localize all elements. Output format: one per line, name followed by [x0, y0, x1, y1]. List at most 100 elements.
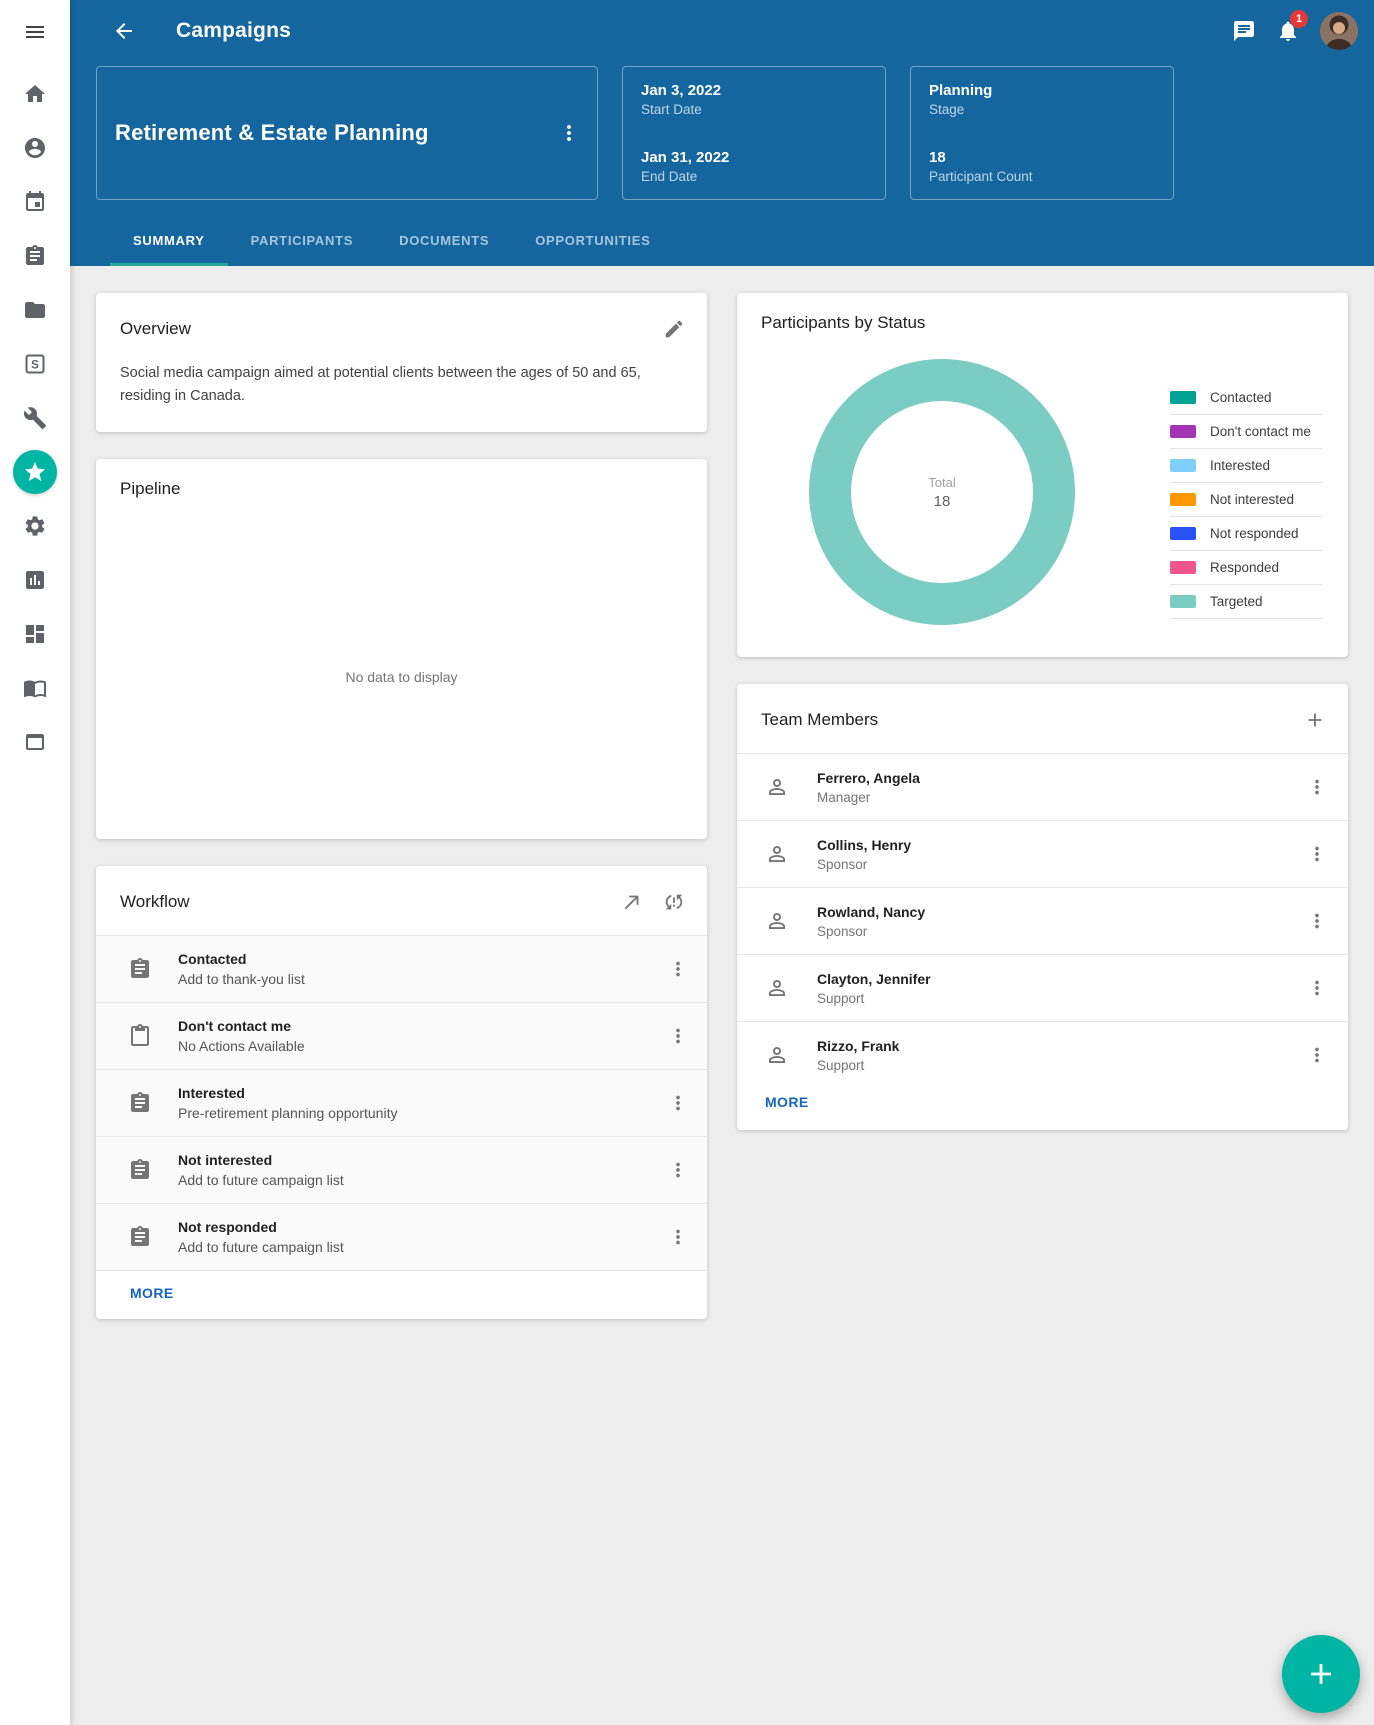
tab-summary[interactable]: SUMMARY [110, 214, 228, 266]
workflow-status: Interested [178, 1085, 657, 1101]
sidebar: S [0, 0, 70, 1725]
legend-swatch [1170, 595, 1196, 608]
assignment-icon [128, 1225, 152, 1249]
sidebar-item-contacts[interactable] [13, 126, 57, 170]
workflow-row-menu-button[interactable] [657, 1216, 699, 1258]
member-menu-button[interactable] [1296, 900, 1338, 942]
team-member-row[interactable]: Rizzo, Frank Support [737, 1021, 1348, 1088]
team-member-row[interactable]: Rowland, Nancy Sponsor [737, 887, 1348, 954]
sidebar-item-dashboard[interactable] [13, 612, 57, 656]
tab-participants[interactable]: PARTICIPANTS [228, 214, 377, 266]
workflow-open-button[interactable] [611, 881, 653, 923]
workflow-sync-button[interactable] [653, 881, 695, 923]
campaign-title-card: Retirement & Estate Planning [96, 66, 598, 200]
legend-swatch [1170, 561, 1196, 574]
team-more-button[interactable]: MORE [765, 1094, 809, 1110]
kebab-icon [1306, 910, 1328, 932]
donut-total-value: 18 [934, 493, 951, 510]
menu-icon[interactable] [13, 10, 57, 54]
workflow-row[interactable]: Don't contact me No Actions Available [96, 1002, 707, 1069]
workflow-row-menu-button[interactable] [657, 1149, 699, 1191]
workflow-row[interactable]: Not responded Add to future campaign lis… [96, 1203, 707, 1270]
notifications-button[interactable]: 1 [1266, 9, 1310, 53]
sidebar-item-web-accounts[interactable] [13, 720, 57, 764]
legend-item[interactable]: Responded [1170, 551, 1322, 585]
dashboard-icon [23, 622, 47, 646]
member-menu-button[interactable] [1296, 1034, 1338, 1076]
edit-overview-button[interactable] [653, 308, 695, 350]
sidebar-item-reports[interactable] [13, 558, 57, 602]
stage-group: Planning Stage [929, 82, 1155, 117]
content-area: Overview Social media campaign aimed at … [70, 266, 1374, 1346]
notification-badge: 1 [1290, 10, 1308, 28]
sidebar-item-campaigns[interactable] [13, 450, 57, 494]
workflow-status: Not responded [178, 1219, 657, 1235]
participant-count-group: 18 Participant Count [929, 149, 1155, 184]
sidebar-item-settings[interactable] [13, 504, 57, 548]
legend-item[interactable]: Not interested [1170, 483, 1322, 517]
kebab-icon [557, 121, 581, 145]
assignment-icon [128, 1091, 152, 1115]
end-date-group: Jan 31, 2022 End Date [641, 149, 867, 184]
legend-item[interactable]: Not responded [1170, 517, 1322, 551]
plus-icon [1304, 1657, 1338, 1691]
workflow-card: Workflow [96, 866, 707, 1319]
sidebar-item-knowledge[interactable] [13, 666, 57, 710]
person-icon [765, 842, 789, 866]
team-member-row[interactable]: Ferrero, Angela Manager [737, 753, 1348, 820]
workflow-action: Pre-retirement planning opportunity [178, 1105, 657, 1121]
chart-legend: Contacted Don't contact me Interested [1170, 381, 1322, 619]
legend-item[interactable]: Don't contact me [1170, 415, 1322, 449]
tab-opportunities[interactable]: OPPORTUNITIES [512, 214, 673, 266]
member-menu-button[interactable] [1296, 766, 1338, 808]
campaign-menu-button[interactable] [547, 111, 591, 155]
page-header: Campaigns 1 [70, 0, 1374, 266]
left-column: Overview Social media campaign aimed at … [96, 293, 707, 1319]
member-role: Support [817, 1058, 1296, 1073]
workflow-row[interactable]: Not interested Add to future campaign li… [96, 1136, 707, 1203]
start-date-value: Jan 3, 2022 [641, 82, 867, 99]
legend-item[interactable]: Targeted [1170, 585, 1322, 619]
sidebar-item-tools[interactable] [13, 396, 57, 440]
back-button[interactable] [102, 9, 146, 53]
legend-item[interactable]: Contacted [1170, 381, 1322, 415]
tab-documents[interactable]: DOCUMENTS [376, 214, 512, 266]
workflow-row[interactable]: Interested Pre-retirement planning oppor… [96, 1069, 707, 1136]
member-menu-button[interactable] [1296, 833, 1338, 875]
workflow-row-menu-button[interactable] [657, 948, 699, 990]
chat-button[interactable] [1222, 9, 1266, 53]
user-avatar[interactable] [1320, 12, 1358, 50]
team-member-row[interactable]: Collins, Henry Sponsor [737, 820, 1348, 887]
add-team-member-button[interactable] [1294, 699, 1336, 741]
overview-title: Overview [120, 319, 191, 339]
workflow-row-menu-button[interactable] [657, 1015, 699, 1057]
member-role: Manager [817, 790, 1296, 805]
campaign-stage-card: Planning Stage 18 Participant Count [910, 66, 1174, 200]
workflow-status: Don't contact me [178, 1018, 657, 1034]
clipboard-icon [128, 1024, 152, 1048]
add-fab-button[interactable] [1282, 1635, 1360, 1713]
wrench-icon [23, 406, 47, 430]
workflow-action: Add to future campaign list [178, 1239, 657, 1255]
legend-swatch [1170, 527, 1196, 540]
kebab-icon [1306, 977, 1328, 999]
sidebar-item-speedbar[interactable]: S [13, 342, 57, 386]
workflow-row-menu-button[interactable] [657, 1082, 699, 1124]
sidebar-item-calendar[interactable] [13, 180, 57, 224]
sidebar-item-tasks[interactable] [13, 234, 57, 278]
overview-card: Overview Social media campaign aimed at … [96, 293, 707, 432]
workflow-status: Contacted [178, 951, 657, 967]
sidebar-item-home[interactable] [13, 72, 57, 116]
workflow-row[interactable]: Contacted Add to thank-you list [96, 935, 707, 1002]
sidebar-item-documents[interactable] [13, 288, 57, 332]
kebab-icon [667, 1159, 689, 1181]
team-member-row[interactable]: Clayton, Jennifer Support [737, 954, 1348, 1021]
member-menu-button[interactable] [1296, 967, 1338, 1009]
legend-item[interactable]: Interested [1170, 449, 1322, 483]
legend-swatch [1170, 493, 1196, 506]
app-root: S Campaigns [0, 0, 1374, 1725]
workflow-more-button[interactable]: MORE [130, 1285, 174, 1301]
workflow-title: Workflow [120, 892, 190, 912]
kebab-icon [667, 1092, 689, 1114]
legend-swatch [1170, 391, 1196, 404]
